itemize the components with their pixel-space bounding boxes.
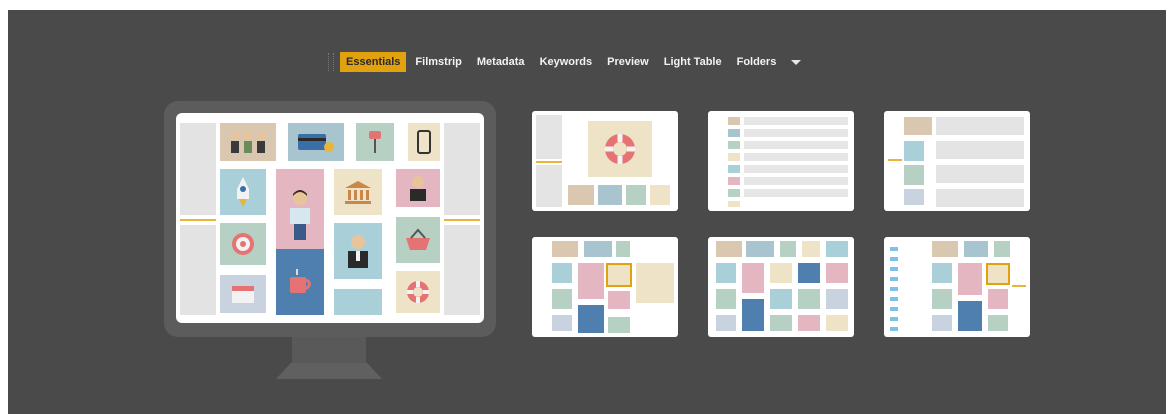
folders-layout-thumbnail[interactable] [884, 237, 1030, 337]
monitor-neck [292, 337, 366, 363]
credit-card-icon [288, 123, 344, 161]
tile-partial [334, 289, 382, 315]
lifebuoy-icon [588, 121, 652, 177]
workspace-showcase: Essentials Filmstrip Metadata Keywords P… [8, 10, 1166, 414]
businessman-2-icon [334, 223, 382, 279]
push-pin-icon [356, 123, 394, 161]
bank-icon [334, 169, 382, 215]
basket-icon [396, 217, 440, 263]
people-icon [220, 123, 276, 161]
phone-icon [408, 123, 440, 161]
keywords-layout-thumbnail[interactable] [884, 111, 1030, 211]
essentials-layout-preview [176, 113, 484, 323]
workspace-switcher: Essentials Filmstrip Metadata Keywords P… [328, 52, 802, 72]
preview-layout-thumbnail[interactable] [532, 237, 678, 337]
coffee-mug-icon [276, 249, 324, 315]
tab-keywords[interactable]: Keywords [534, 52, 599, 72]
tab-filmstrip[interactable]: Filmstrip [409, 52, 467, 72]
tab-folders[interactable]: Folders [731, 52, 783, 72]
monitor-stand [276, 363, 382, 379]
filmstrip-layout-thumbnail[interactable] [532, 111, 678, 211]
chevron-down-icon[interactable] [791, 59, 802, 65]
rocket-icon [220, 169, 266, 215]
left-panel-top [180, 123, 216, 215]
left-panel-bottom [180, 225, 216, 315]
drag-grip-handle[interactable] [328, 53, 334, 71]
right-panel-top [444, 123, 480, 215]
target-icon [220, 223, 266, 265]
light-table-layout-thumbnail[interactable] [708, 237, 854, 337]
tab-light-table[interactable]: Light Table [658, 52, 728, 72]
metadata-layout-thumbnail[interactable] [708, 111, 854, 211]
tab-preview[interactable]: Preview [601, 52, 655, 72]
panel-divider [180, 219, 216, 221]
calendar-icon [220, 275, 266, 313]
tab-essentials[interactable]: Essentials [340, 52, 407, 72]
tab-metadata[interactable]: Metadata [471, 52, 531, 72]
monitor-illustration [164, 101, 496, 337]
businessman-icon [396, 169, 440, 207]
lifebuoy-icon [396, 271, 440, 313]
panel-divider [444, 219, 480, 221]
right-panel-bottom [444, 225, 480, 315]
